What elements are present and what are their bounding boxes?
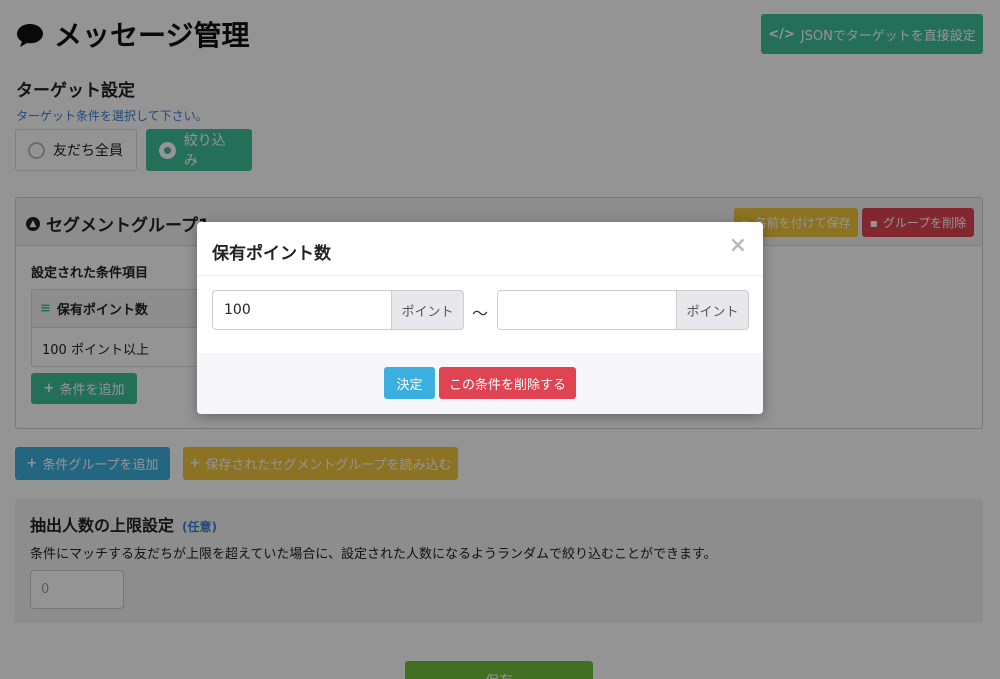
close-icon[interactable]: × <box>729 233 747 258</box>
modal-header: 保有ポイント数 × <box>197 222 763 276</box>
min-points-input[interactable]: 100 <box>212 290 391 330</box>
modal-footer: 決定 この条件を削除する <box>197 353 763 414</box>
delete-condition-button[interactable]: この条件を削除する <box>439 367 576 399</box>
modal-body: 100 ポイント 〜 ポイント <box>197 276 763 353</box>
points-condition-modal: 保有ポイント数 × 100 ポイント 〜 ポイント 決定 この条件を削除する <box>197 222 763 414</box>
modal-title: 保有ポイント数 <box>212 244 331 264</box>
max-points-group: ポイント <box>497 290 749 330</box>
min-points-group: 100 ポイント <box>212 290 464 330</box>
message-management-page: メッセージ管理 </> JSONでターゲットを直接設定 ターゲット設定 ターゲッ… <box>0 0 1000 679</box>
max-points-input[interactable] <box>497 290 676 330</box>
max-points-unit: ポイント <box>676 290 749 330</box>
range-separator: 〜 <box>472 304 489 323</box>
confirm-button[interactable]: 決定 <box>384 367 435 399</box>
min-points-unit: ポイント <box>391 290 464 330</box>
